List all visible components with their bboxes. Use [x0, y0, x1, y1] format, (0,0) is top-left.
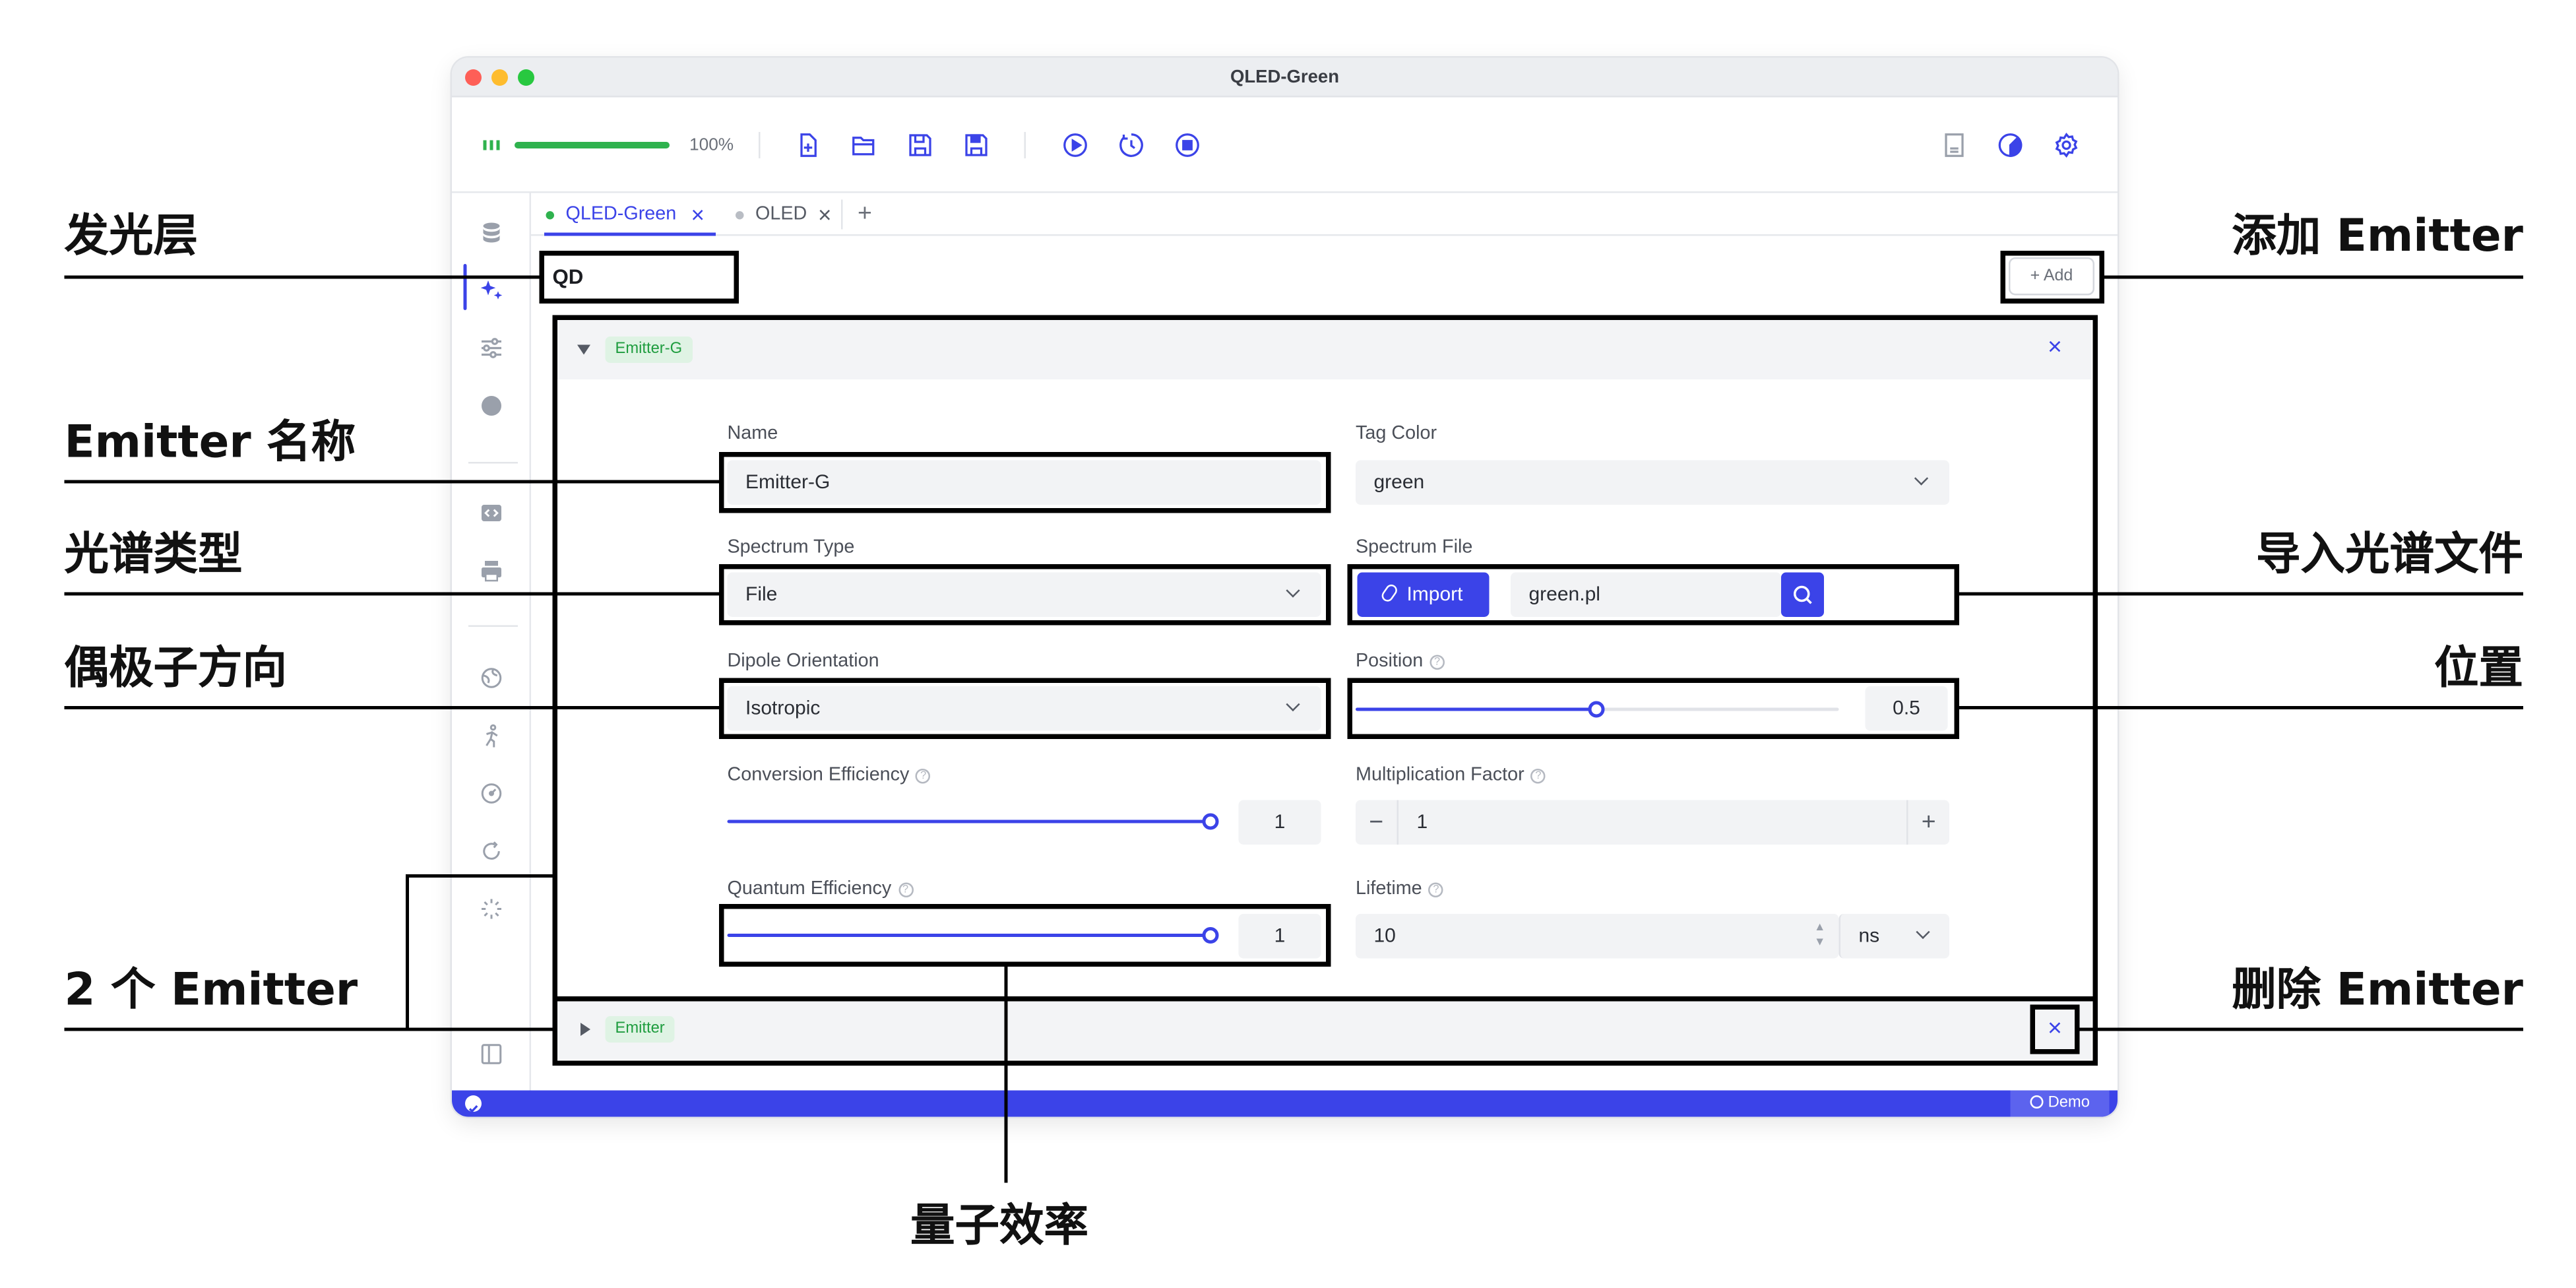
callout-line [64, 275, 541, 279]
callout-line [2102, 275, 2523, 279]
annotation-two-emitters: 2 个 Emitter [64, 965, 358, 1017]
annotation-dipole: 偶极子方向 [64, 643, 288, 695]
tab-label: QLED-Green [565, 205, 677, 224]
progress-track [515, 142, 670, 148]
document-icon[interactable] [1941, 132, 1968, 158]
tab-status-dot [736, 211, 744, 220]
title-bar: QLED-Green [452, 57, 2118, 98]
gauge-icon[interactable] [478, 781, 505, 807]
tab-status-dot [546, 211, 554, 220]
highlight-quantum-efficiency [719, 904, 1331, 967]
run-icon[interactable] [1062, 132, 1088, 158]
callout-line [1957, 706, 2523, 709]
sparkle-icon [480, 280, 503, 300]
person-run-icon[interactable] [478, 723, 505, 749]
callout-line [2078, 1027, 2523, 1031]
new-file-icon[interactable] [795, 132, 821, 158]
globe-icon[interactable] [478, 665, 505, 692]
toolbar: 100% [452, 97, 2118, 193]
pie-chart-icon[interactable] [478, 393, 505, 419]
zoom-level: 100% [689, 135, 734, 155]
callout-line [1004, 965, 1008, 1183]
sidebar-active-indicator [463, 264, 467, 310]
highlight-name-field [719, 452, 1331, 513]
refresh-icon[interactable] [478, 838, 505, 864]
sidebar-item-emitters[interactable] [478, 277, 505, 304]
bars-icon [478, 132, 505, 158]
check-circle-icon [465, 1095, 482, 1113]
window-title: QLED-Green [1230, 67, 1339, 88]
annotation-position: 位置 [2434, 643, 2523, 695]
callout-line [64, 480, 721, 484]
highlight-emitter-card [552, 315, 2098, 1002]
tab-label: OLED [755, 205, 807, 224]
progress-fill [515, 142, 670, 148]
theme-icon[interactable] [1997, 132, 2024, 158]
highlight-position [1347, 678, 1959, 739]
demo-label: Demo [2048, 1093, 2090, 1112]
loader-icon[interactable] [478, 896, 505, 922]
document-tabs: QLED-Green × OLED × + [531, 193, 2118, 236]
database-icon[interactable] [478, 220, 505, 246]
save-as-icon[interactable] [963, 132, 990, 158]
annotation-quantum-efficiency: 量子效率 [910, 1201, 1088, 1252]
highlight-spectrum-type [719, 564, 1331, 626]
callout-line [406, 874, 554, 878]
annotation-emissive-layer: 发光层 [64, 211, 199, 263]
demo-badge[interactable]: Demo [2010, 1090, 2110, 1117]
highlight-emitter-card-2 [552, 996, 2098, 1066]
callout-line [1957, 592, 2523, 596]
annotation-add-emitter: 添加 Emitter [2232, 211, 2523, 263]
new-tab-button[interactable]: + [858, 193, 872, 236]
status-bar: Demo [452, 1090, 2118, 1117]
sliders-icon[interactable] [478, 335, 505, 362]
printer-icon[interactable] [478, 558, 505, 584]
callout-line [406, 874, 409, 1031]
annotated-screenshot: QLED-Green 100% QLED-Green × OLED × + De… [0, 0, 2576, 1288]
callout-line [64, 706, 721, 709]
annotation-emitter-name: Emitter 名称 [64, 417, 356, 469]
annotation-spectrum-type: 光谱类型 [64, 529, 243, 581]
callout-line [64, 1027, 554, 1031]
code-icon[interactable] [478, 500, 505, 527]
prohibited-icon [2030, 1095, 2044, 1109]
annotation-import-spectrum: 导入光谱文件 [2256, 529, 2523, 581]
panel-toggle-icon[interactable] [478, 1041, 505, 1068]
save-icon[interactable] [907, 132, 933, 158]
tab-oled[interactable]: OLED × [726, 193, 841, 236]
annotation-delete-emitter: 删除 Emitter [2232, 965, 2523, 1017]
highlight-spectrum-file [1347, 564, 1959, 626]
close-tab-icon[interactable]: × [691, 193, 705, 236]
close-tab-icon[interactable]: × [818, 193, 831, 236]
open-folder-icon[interactable] [851, 132, 877, 158]
highlight-layer-name [539, 251, 739, 304]
sidebar [452, 193, 531, 1091]
settings-gear-icon[interactable] [2054, 132, 2080, 158]
tab-qled-green[interactable]: QLED-Green × [544, 193, 716, 236]
stop-icon[interactable] [1174, 132, 1201, 158]
highlight-dipole [719, 678, 1331, 739]
timer-icon[interactable] [1118, 132, 1145, 158]
callout-line [64, 592, 721, 596]
